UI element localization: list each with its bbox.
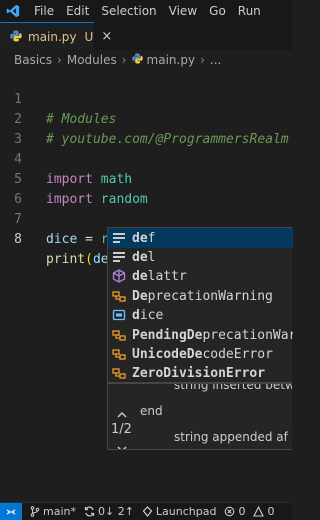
tab-main-py[interactable]: main.py U ×: [0, 22, 112, 50]
variable-icon: [112, 308, 126, 322]
match-text: ZeroDivisionError: [132, 365, 266, 381]
class-icon: [112, 289, 126, 303]
chevron-down-icon[interactable]: [116, 440, 128, 449]
menu-selection[interactable]: Selection: [101, 4, 156, 18]
suggestion-item[interactable]: DeprecationWarning: [108, 286, 293, 306]
breadcrumb: Basics › Modules › main.py › ...: [0, 50, 292, 70]
chevron-right-icon: ›: [121, 53, 127, 67]
overload-counter: 1/2: [111, 422, 132, 437]
suggestion-text: lattr: [147, 268, 187, 284]
tab-bar: main.py U ×: [0, 22, 292, 50]
python-file-icon: [131, 53, 143, 67]
code-line: 3: [0, 110, 292, 147]
code-line: 1 # Modules: [0, 70, 292, 127]
menu-run[interactable]: Run: [238, 4, 261, 18]
code-line: 2 # youtube.com/@ProgrammersRealm: [0, 90, 292, 147]
sync-counts: 0↓ 2↑: [97, 505, 134, 518]
code-line: 4 import math: [0, 130, 292, 187]
suggestion-text: precationWarning: [202, 327, 293, 343]
assignment-operator: =: [77, 232, 101, 247]
match-text: De: [132, 288, 148, 304]
match-text: d: [132, 307, 140, 323]
keyword-icon: [112, 231, 126, 245]
suggestion-text: f: [147, 230, 156, 246]
launchpad-status[interactable]: Launchpad: [142, 505, 217, 518]
error-count: 0: [238, 505, 246, 518]
match-text: de: [132, 230, 148, 246]
function-cube-icon: [112, 269, 126, 283]
match-text: UnicodeDe: [132, 346, 203, 362]
doc-text: string inserted betw: [174, 383, 292, 392]
signature-help-panel: string inserted betw end 1/2 string appe…: [107, 383, 292, 450]
doc-text: string appended af: [174, 430, 288, 444]
class-icon: [112, 328, 126, 342]
class-icon: [112, 366, 126, 380]
branch-status[interactable]: main*: [30, 505, 76, 518]
code-line: 6: [0, 170, 292, 207]
suggestion-item[interactable]: def: [108, 228, 293, 248]
python-file-icon: [10, 27, 22, 46]
code-line: 7 dice = random.randint(1, 6): [0, 190, 292, 247]
menu-view[interactable]: View: [169, 4, 197, 18]
git-branch-icon: [30, 506, 40, 517]
autocomplete-suggestions[interactable]: def del delattr DeprecationWarning dice …: [107, 227, 293, 383]
breadcrumb-item-symbols[interactable]: ...: [210, 53, 221, 67]
sync-status[interactable]: 0↓ 2↑: [84, 505, 134, 518]
match-text: PendingDe: [132, 327, 203, 343]
chevron-right-icon: ›: [57, 53, 62, 67]
menu-bar: File Edit Selection View Go Run: [0, 0, 292, 22]
status-bar: main* 0↓ 2↑ Launchpad 0 0: [0, 502, 292, 520]
launchpad-icon: [142, 506, 153, 517]
match-text: de: [132, 268, 148, 284]
match-text: de: [132, 249, 148, 265]
tab-git-status-badge: U: [84, 29, 94, 44]
code-line: 5 import random: [0, 150, 292, 207]
problems-status[interactable]: 0: [224, 505, 245, 518]
chevron-right-icon: ›: [200, 53, 205, 67]
breadcrumb-item-basics[interactable]: Basics: [14, 53, 52, 67]
breadcrumb-item-modules[interactable]: Modules: [67, 53, 117, 67]
suggestion-item[interactable]: del: [108, 247, 293, 267]
doc-text: end: [140, 404, 163, 418]
suggestion-item[interactable]: PendingDeprecationWarning: [108, 325, 293, 345]
tab-filename: main.py: [28, 29, 77, 44]
vscode-logo-icon[interactable]: [0, 0, 26, 22]
suggestion-item[interactable]: dice: [108, 305, 293, 325]
function-name: print: [46, 252, 86, 267]
branch-name: main*: [43, 505, 76, 518]
tab-close-button[interactable]: ×: [101, 29, 112, 44]
launchpad-label: Launchpad: [155, 505, 217, 518]
suggestion-text: l: [147, 249, 156, 265]
breadcrumb-item-file[interactable]: main.py: [147, 53, 196, 67]
suggestion-item[interactable]: UnicodeDecodeError: [108, 344, 293, 364]
suggestion-text: precationWarning: [147, 288, 273, 304]
sync-icon: [84, 506, 95, 517]
remote-indicator-icon[interactable]: [0, 502, 22, 520]
warnings-status[interactable]: 0: [253, 505, 274, 518]
suggestion-text: codeError: [202, 346, 273, 362]
warning-icon: [253, 506, 265, 517]
suggestion-item[interactable]: ZeroDivisionError: [108, 363, 293, 383]
error-icon: [225, 506, 235, 517]
variable-name: dice: [46, 232, 78, 247]
chevron-up-icon[interactable]: [116, 406, 128, 418]
class-icon: [112, 347, 126, 361]
suggestion-item[interactable]: delattr: [108, 266, 293, 286]
menu-go[interactable]: Go: [209, 4, 226, 18]
line-number: 8: [14, 232, 22, 247]
warning-count: 0: [267, 505, 275, 518]
keyword-icon: [112, 250, 126, 264]
menu-edit[interactable]: Edit: [66, 4, 89, 18]
menu-file[interactable]: File: [34, 4, 54, 18]
suggestion-text: ice: [139, 307, 164, 323]
